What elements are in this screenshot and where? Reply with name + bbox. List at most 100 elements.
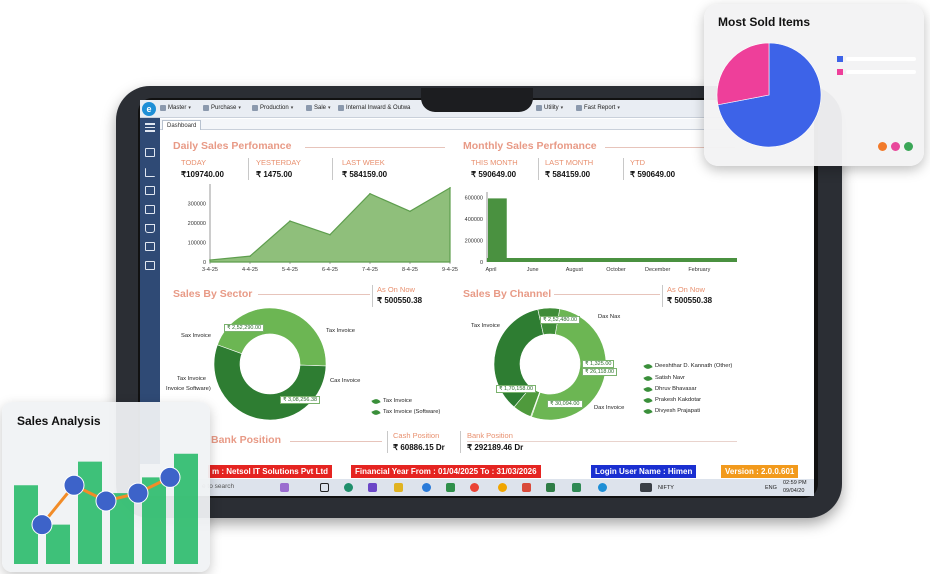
kpi-separator — [623, 158, 624, 180]
document-icon[interactable] — [145, 261, 155, 270]
sector-callout-label: Tax Invoice — [177, 376, 206, 382]
channel-as-on-value: ₹ 500550.38 — [667, 296, 713, 305]
y-tick-label: 400000 — [465, 217, 483, 223]
sector-slice-value: ₹ 2,52,290.00 — [224, 324, 265, 332]
hamburger-icon[interactable] — [145, 122, 155, 132]
menu-sale[interactable]: Sale ▾ — [306, 105, 331, 111]
y-tick-label: 200000 — [188, 221, 206, 227]
firefox-icon[interactable] — [498, 483, 507, 492]
channel-legend-item[interactable]: Prakesh Kakdotar — [643, 396, 702, 404]
copy-icon[interactable] — [145, 148, 155, 157]
leaf-icon — [643, 362, 653, 370]
kpi-yesterday-value: ₹ 1475.00 — [256, 170, 293, 179]
app-icon[interactable] — [422, 483, 431, 492]
bar — [488, 198, 507, 262]
dot-orange-icon[interactable] — [878, 142, 887, 151]
clock-date[interactable]: 09/04/20 — [783, 488, 804, 494]
channel-legend-item[interactable]: Deeshthar D. Kannath (Other) — [643, 362, 732, 370]
sector-as-on-value: ₹ 500550.38 — [377, 296, 423, 305]
chart-widget-icon[interactable] — [640, 483, 652, 492]
data-point — [369, 192, 371, 195]
menu-master[interactable]: Master ▾ — [160, 105, 191, 111]
invoice-icon[interactable] — [145, 242, 155, 251]
visual-studio-icon[interactable] — [368, 483, 377, 492]
channel-legend-label: Prakesh Kakdotar — [655, 397, 702, 403]
fast-report-icon — [576, 105, 582, 111]
trend-marker — [127, 482, 149, 504]
kpi-last-month-label: LAST MONTH — [545, 158, 594, 167]
menu-inward-outward[interactable]: Internal Inward & Outwa — [338, 105, 410, 111]
x-tick-label: December — [645, 267, 671, 273]
kpi-this-month-value: ₹ 590649.00 — [471, 170, 517, 179]
x-tick-label: June — [527, 267, 539, 273]
trend-marker — [63, 474, 85, 496]
task-view-icon[interactable] — [320, 483, 329, 492]
cart-icon[interactable] — [145, 224, 155, 233]
sector-legend-item[interactable]: Tax Invoice — [371, 397, 412, 405]
menu-inward-outward-label: Internal Inward & Outwa — [346, 105, 411, 111]
x-tick-label: 5-4-25 — [282, 267, 298, 273]
chevron-down-icon: ▾ — [238, 105, 241, 111]
contact-card-icon[interactable] — [145, 186, 155, 195]
y-tick-label: 600000 — [465, 195, 483, 201]
menu-fast-report-label: Fast Report — [584, 105, 616, 111]
menu-purchase[interactable]: Purchase ▾ — [203, 105, 241, 111]
dot-green-icon[interactable] — [904, 142, 913, 151]
powerpoint-icon[interactable] — [522, 483, 531, 492]
channel-callout-label: Tax Invoice — [471, 323, 500, 329]
windows-taskbar: e to search NIFTY ENG 02:59 PM 09/04/20 — [140, 479, 814, 496]
login-user-status: Login User Name : Himen — [591, 465, 697, 478]
dragon-icon[interactable] — [280, 483, 289, 492]
excel-icon[interactable] — [446, 483, 455, 492]
channel-legend-item[interactable]: Satish Navr — [643, 374, 685, 382]
app-logo-icon[interactable]: e — [142, 102, 156, 116]
excel-icon[interactable] — [572, 483, 581, 492]
version-status: Version : 2.0.0.601 — [721, 465, 799, 478]
sector-callout-label: Tax Invoice — [326, 328, 355, 334]
dot-pink-icon[interactable] — [891, 142, 900, 151]
nifty-ticker[interactable]: NIFTY — [658, 485, 674, 491]
edge-browser-icon[interactable] — [344, 483, 353, 492]
sales-by-channel-title: Sales By Channel — [463, 288, 552, 300]
trend-chart-icon[interactable] — [145, 168, 155, 177]
leaf-icon — [643, 374, 653, 382]
status-bar: m : Netsol IT Solutions Pvt Ltd Financia… — [140, 464, 814, 479]
spreadsheet-icon[interactable] — [546, 483, 555, 492]
clock-time[interactable]: 02:59 PM — [783, 480, 807, 486]
daily-sales-chart: 0 100000 200000 300000 3-4-25 4-4-25 5-4-25 6-4… — [188, 184, 458, 273]
sales-analysis-chart — [14, 453, 198, 564]
most-sold-items-title: Most Sold Items — [718, 15, 811, 29]
data-point — [209, 259, 211, 261]
most-sold-items-card: Most Sold Items — [704, 4, 924, 166]
chrome-icon[interactable] — [470, 483, 479, 492]
kpi-separator — [662, 285, 663, 307]
sector-callout-label: Invoice Software) — [166, 386, 211, 392]
kpi-last-week-value: ₹ 584159.00 — [342, 170, 388, 179]
channel-slice-value: ₹ 2,52,480.00 — [540, 316, 581, 324]
channel-legend-item[interactable]: Dhruv Bhavasar — [643, 385, 697, 393]
netsol-app-icon[interactable] — [598, 483, 607, 492]
channel-callout-label: Dax Nax — [598, 314, 621, 320]
legend-bar — [846, 70, 916, 74]
monitor-icon[interactable] — [145, 205, 155, 214]
channel-legend-item[interactable]: Divyesh Prajapati — [643, 407, 700, 415]
channel-callout-label: Dax Invoice — [594, 405, 625, 411]
channel-as-on-label: As On Now — [667, 285, 705, 294]
kpi-separator — [248, 158, 249, 180]
file-explorer-icon[interactable] — [394, 483, 403, 492]
x-tick-label: 3-4-25 — [202, 267, 218, 273]
tab-dashboard[interactable]: Dashboard — [162, 120, 202, 130]
y-tick-label: 0 — [203, 260, 206, 266]
sector-legend-item[interactable]: Tax Invoice (Software) — [371, 408, 440, 416]
leaf-icon — [643, 396, 653, 404]
x-tick-label: August — [566, 267, 584, 273]
camera-notch — [421, 88, 533, 112]
menu-fast-report[interactable]: Fast Report ▾ — [576, 105, 620, 111]
chevron-down-icon: ▾ — [328, 105, 331, 111]
keyboard-language[interactable]: ENG — [765, 485, 777, 491]
menu-production[interactable]: Production ▾ — [252, 105, 293, 111]
chevron-down-icon: ▾ — [290, 105, 294, 111]
x-tick-label: February — [688, 267, 710, 273]
kpi-this-month-label: THIS MONTH — [471, 158, 518, 167]
menu-utility[interactable]: Utility ▾ — [536, 105, 563, 111]
